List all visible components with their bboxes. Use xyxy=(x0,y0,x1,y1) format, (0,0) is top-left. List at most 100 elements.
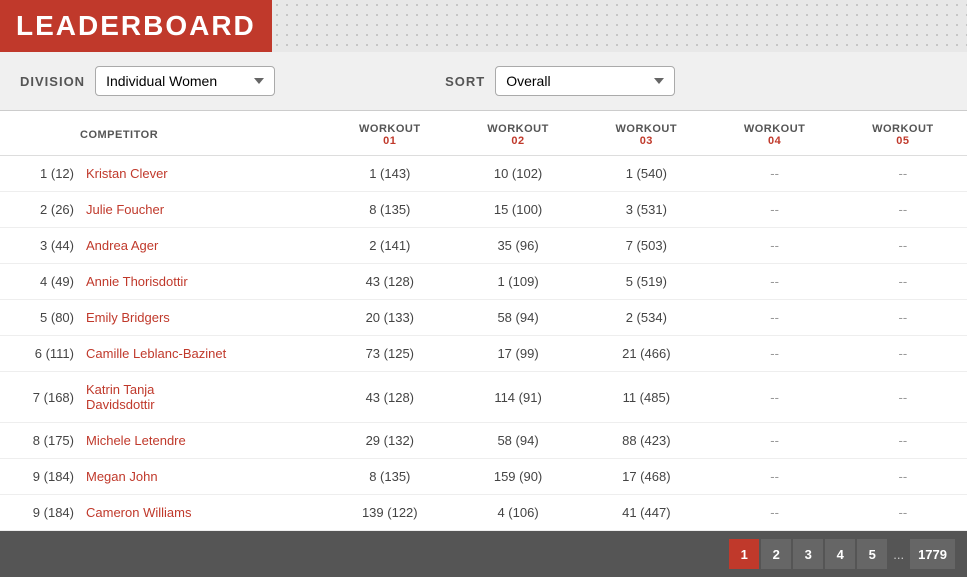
w01-cell: 20 (133) xyxy=(326,300,454,336)
w03-cell: 41 (447) xyxy=(582,495,710,531)
w01-cell: 8 (135) xyxy=(326,192,454,228)
w04-cell: -- xyxy=(710,495,838,531)
page-button-3[interactable]: 3 xyxy=(793,539,823,569)
sort-control-group: SORT Overall Workout 01 Workout 02 Worko… xyxy=(445,66,675,96)
w02-cell: 114 (91) xyxy=(454,372,582,423)
name-cell[interactable]: Michele Letendre xyxy=(80,423,326,459)
rank-cell: 1 (12) xyxy=(0,156,80,192)
rank-cell: 9 (184) xyxy=(0,495,80,531)
w03-cell: 17 (468) xyxy=(582,459,710,495)
page-button-1[interactable]: 1 xyxy=(729,539,759,569)
w04-cell: -- xyxy=(710,228,838,264)
w02-cell: 1 (109) xyxy=(454,264,582,300)
rank-cell: 4 (49) xyxy=(0,264,80,300)
w04-cell: -- xyxy=(710,336,838,372)
w01-cell: 139 (122) xyxy=(326,495,454,531)
rank-cell: 6 (111) xyxy=(0,336,80,372)
controls-row: DIVISION Individual Women Individual Men… xyxy=(0,52,967,111)
header-dots xyxy=(272,0,967,52)
workout04-header: WORKOUT 04 xyxy=(710,111,838,156)
w04-cell: -- xyxy=(710,264,838,300)
name-cell[interactable]: Megan John xyxy=(80,459,326,495)
table-row: 9 (184)Cameron Williams139 (122)4 (106)4… xyxy=(0,495,967,531)
page-button-2[interactable]: 2 xyxy=(761,539,791,569)
table-row: 5 (80)Emily Bridgers20 (133)58 (94)2 (53… xyxy=(0,300,967,336)
page-button-5[interactable]: 5 xyxy=(857,539,887,569)
w01-cell: 73 (125) xyxy=(326,336,454,372)
header-title: LEADERBOARD xyxy=(16,10,256,42)
sort-select[interactable]: Overall Workout 01 Workout 02 Workout 03… xyxy=(495,66,675,96)
w01-cell: 43 (128) xyxy=(326,264,454,300)
w02-cell: 10 (102) xyxy=(454,156,582,192)
w05-cell: -- xyxy=(839,264,967,300)
table-body: 1 (12)Kristan Clever1 (143)10 (102)1 (54… xyxy=(0,156,967,531)
w05-cell: -- xyxy=(839,156,967,192)
w04-cell: -- xyxy=(710,372,838,423)
division-select[interactable]: Individual Women Individual Men Team xyxy=(95,66,275,96)
w03-cell: 2 (534) xyxy=(582,300,710,336)
table-row: 8 (175)Michele Letendre29 (132)58 (94)88… xyxy=(0,423,967,459)
division-label: DIVISION xyxy=(20,74,85,89)
w03-cell: 3 (531) xyxy=(582,192,710,228)
workout01-header: WORKOUT 01 xyxy=(326,111,454,156)
name-cell[interactable]: Cameron Williams xyxy=(80,495,326,531)
w02-cell: 159 (90) xyxy=(454,459,582,495)
page-last-button[interactable]: 1779 xyxy=(910,539,955,569)
name-cell[interactable]: Andrea Ager xyxy=(80,228,326,264)
w04-cell: -- xyxy=(710,423,838,459)
table-row: 2 (26)Julie Foucher8 (135)15 (100)3 (531… xyxy=(0,192,967,228)
name-cell[interactable]: Annie Thorisdottir xyxy=(80,264,326,300)
header-row: LEADERBOARD xyxy=(0,0,967,52)
w02-cell: 17 (99) xyxy=(454,336,582,372)
w03-cell: 88 (423) xyxy=(582,423,710,459)
w03-cell: 5 (519) xyxy=(582,264,710,300)
page-dots: ... xyxy=(889,547,908,562)
rank-cell: 2 (26) xyxy=(0,192,80,228)
w03-cell: 11 (485) xyxy=(582,372,710,423)
rank-cell: 3 (44) xyxy=(0,228,80,264)
name-cell[interactable]: Katrin TanjaDavidsdottir xyxy=(80,372,326,423)
name-cell[interactable]: Kristan Clever xyxy=(80,156,326,192)
name-cell[interactable]: Emily Bridgers xyxy=(80,300,326,336)
w05-cell: -- xyxy=(839,228,967,264)
w03-cell: 1 (540) xyxy=(582,156,710,192)
table-row: 4 (49)Annie Thorisdottir43 (128)1 (109)5… xyxy=(0,264,967,300)
leaderboard-table: COMPETITOR WORKOUT 01 WORKOUT 02 WORKOUT… xyxy=(0,111,967,531)
rank-cell: 9 (184) xyxy=(0,459,80,495)
w02-cell: 35 (96) xyxy=(454,228,582,264)
w01-cell: 43 (128) xyxy=(326,372,454,423)
table-row: 6 (111)Camille Leblanc-Bazinet73 (125)17… xyxy=(0,336,967,372)
w02-cell: 15 (100) xyxy=(454,192,582,228)
page-button-4[interactable]: 4 xyxy=(825,539,855,569)
w05-cell: -- xyxy=(839,192,967,228)
workout05-header: WORKOUT 05 xyxy=(839,111,967,156)
w05-cell: -- xyxy=(839,459,967,495)
name-cell[interactable]: Julie Foucher xyxy=(80,192,326,228)
pagination: 1 2 3 4 5 ... 1779 xyxy=(0,531,967,577)
w04-cell: -- xyxy=(710,192,838,228)
w01-cell: 2 (141) xyxy=(326,228,454,264)
leaderboard-table-container: COMPETITOR WORKOUT 01 WORKOUT 02 WORKOUT… xyxy=(0,111,967,531)
w02-cell: 4 (106) xyxy=(454,495,582,531)
w04-cell: -- xyxy=(710,300,838,336)
name-cell[interactable]: Camille Leblanc-Bazinet xyxy=(80,336,326,372)
w04-cell: -- xyxy=(710,156,838,192)
table-row: 1 (12)Kristan Clever1 (143)10 (102)1 (54… xyxy=(0,156,967,192)
w01-cell: 8 (135) xyxy=(326,459,454,495)
w03-cell: 21 (466) xyxy=(582,336,710,372)
w02-cell: 58 (94) xyxy=(454,300,582,336)
w05-cell: -- xyxy=(839,336,967,372)
rank-cell: 5 (80) xyxy=(0,300,80,336)
table-row: 7 (168)Katrin TanjaDavidsdottir43 (128)1… xyxy=(0,372,967,423)
w04-cell: -- xyxy=(710,459,838,495)
rank-cell: 7 (168) xyxy=(0,372,80,423)
competitor-header: COMPETITOR xyxy=(0,111,326,156)
w02-cell: 58 (94) xyxy=(454,423,582,459)
workout02-header: WORKOUT 02 xyxy=(454,111,582,156)
table-row: 3 (44)Andrea Ager2 (141)35 (96)7 (503)--… xyxy=(0,228,967,264)
table-header-row: COMPETITOR WORKOUT 01 WORKOUT 02 WORKOUT… xyxy=(0,111,967,156)
w05-cell: -- xyxy=(839,423,967,459)
w05-cell: -- xyxy=(839,372,967,423)
header-logo: LEADERBOARD xyxy=(0,0,272,52)
rank-cell: 8 (175) xyxy=(0,423,80,459)
